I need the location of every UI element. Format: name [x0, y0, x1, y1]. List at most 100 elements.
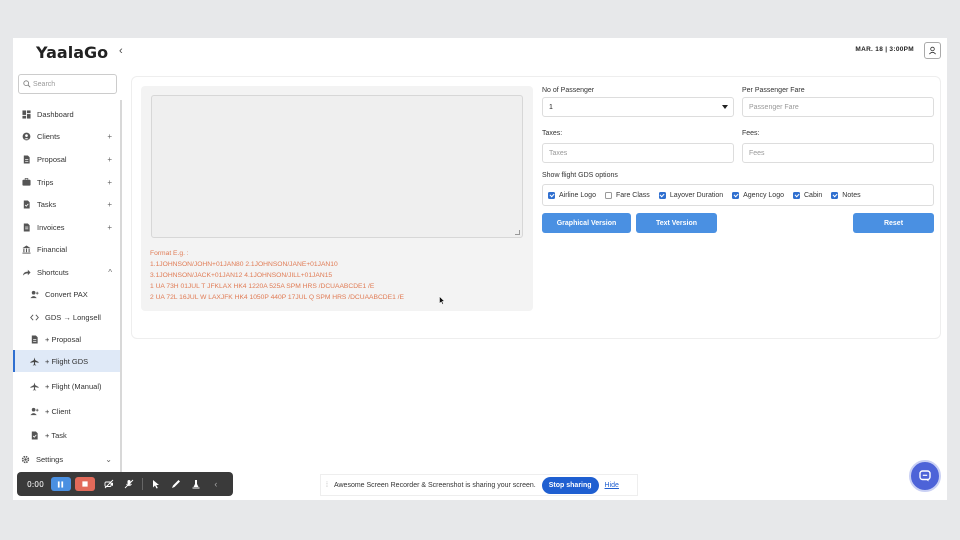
drag-handle-icon[interactable]: ⁞	[326, 482, 328, 489]
checkbox-checked-icon[interactable]	[658, 191, 666, 199]
user-icon	[929, 46, 936, 55]
option-label: Layover Duration	[669, 191, 724, 199]
option-agency-logo[interactable]: Agency Logo	[732, 191, 784, 199]
sidebar-item-clients[interactable]: Clients +	[13, 125, 120, 147]
taxes-input[interactable]: Taxes	[542, 143, 734, 163]
pause-recording-button[interactable]	[50, 477, 71, 491]
checkbox-checked-icon[interactable]	[793, 191, 800, 199]
invoices-icon	[22, 222, 31, 232]
taxes-placeholder: Taxes	[549, 149, 568, 157]
sidebar-item-dashboard[interactable]: Dashboard	[13, 103, 120, 125]
shortcut-add-task[interactable]: + Task	[13, 424, 120, 446]
option-notes[interactable]: Notes	[831, 191, 861, 199]
sidebar-item-financial[interactable]: Financial	[13, 238, 120, 260]
shortcut-add-proposal[interactable]: + Proposal	[13, 328, 120, 350]
checkbox-checked-icon[interactable]	[831, 191, 839, 199]
shortcut-label: + Flight GDS	[45, 356, 89, 366]
checkbox-unchecked-icon[interactable]	[604, 191, 612, 199]
sidebar-item-tasks[interactable]: Tasks +	[13, 193, 120, 215]
screen-recorder-toolbar: 0:00 ‹	[17, 472, 233, 496]
plane-icon	[30, 381, 39, 391]
option-label: Fare Class	[615, 191, 650, 199]
user-menu-button[interactable]	[924, 42, 941, 59]
shortcut-add-flight-gds[interactable]: + Flight GDS	[13, 350, 120, 372]
add-task-button[interactable]: +	[107, 200, 112, 209]
code-icon	[30, 313, 39, 322]
add-proposal-button[interactable]: +	[107, 155, 112, 164]
sidebar-item-label: Shortcuts	[37, 267, 69, 277]
checkbox-checked-icon[interactable]	[548, 191, 555, 199]
pointer-icon[interactable]	[150, 478, 162, 490]
highlighter-icon[interactable]	[190, 478, 202, 490]
tasks-icon	[30, 430, 39, 440]
microphone-off-icon[interactable]	[123, 478, 135, 490]
passenger-count-label: No of Passenger	[542, 87, 595, 94]
shortcut-add-flight-manual[interactable]: + Flight (Manual)	[13, 375, 120, 397]
shortcut-gds-longsell[interactable]: GDS → Longsell	[13, 306, 120, 328]
text-version-button[interactable]: Text Version	[636, 213, 717, 233]
sidebar-item-shortcuts[interactable]: Shortcuts ^	[13, 261, 120, 283]
datetime-display: Mar. 18 | 3:00pm	[855, 46, 914, 53]
reset-button[interactable]: Reset	[853, 213, 934, 233]
passenger-count-select[interactable]: 1	[542, 97, 734, 117]
gds-options-group: Airline Logo Fare Class Layover Duration…	[542, 184, 934, 206]
fees-placeholder: Fees	[749, 149, 765, 157]
fare-placeholder: Passenger Fare	[749, 103, 799, 111]
option-fare-class[interactable]: Fare Class	[604, 191, 650, 199]
tasks-icon	[22, 199, 31, 209]
add-trip-button[interactable]: +	[107, 178, 112, 187]
format-example: Format E.g. : 1.1JOHNSON/JOHN+01JAN80 2.…	[150, 248, 404, 303]
add-invoice-button[interactable]: +	[107, 223, 112, 232]
chat-icon	[919, 470, 931, 482]
hide-link[interactable]: Hide	[605, 482, 619, 489]
collapse-toolbar-icon[interactable]: ‹	[210, 478, 222, 490]
option-layover-duration[interactable]: Layover Duration	[658, 191, 724, 199]
add-client-button[interactable]: +	[107, 132, 112, 141]
sidebar-item-trips[interactable]: Trips +	[13, 171, 120, 193]
app-logo[interactable]: YaalaGo	[36, 43, 108, 62]
stop-sharing-button[interactable]: Stop sharing	[541, 476, 599, 494]
passenger-fare-input[interactable]: Passenger Fare	[742, 97, 934, 117]
chat-support-button[interactable]	[909, 460, 941, 492]
camera-off-icon[interactable]	[103, 478, 115, 490]
sidebar-item-label: Proposal	[37, 154, 67, 164]
proposal-icon	[22, 154, 31, 164]
app-window: YaalaGo ‹ Mar. 18 | 3:00pm Search Dashbo…	[13, 38, 947, 500]
checkbox-checked-icon[interactable]	[732, 191, 740, 199]
toolbar-divider	[141, 478, 143, 490]
sidebar-item-label: Financial	[37, 244, 68, 254]
option-label: Cabin	[804, 191, 823, 199]
resize-handle-icon[interactable]	[515, 230, 520, 235]
gds-textarea[interactable]	[151, 95, 523, 238]
stop-icon	[82, 481, 88, 487]
shortcut-label: + Flight (Manual)	[45, 381, 102, 391]
sidebar-item-settings[interactable]: Settings ⌄	[13, 448, 120, 470]
collapse-sidebar-icon[interactable]: ‹	[119, 45, 123, 57]
sidebar-item-invoices[interactable]: Invoices +	[13, 216, 120, 238]
collapse-shortcuts-icon[interactable]: ^	[108, 268, 112, 277]
sidebar-item-label: Trips	[37, 177, 54, 187]
taxes-label: Taxes:	[542, 130, 563, 137]
shortcut-label: + Proposal	[45, 334, 82, 344]
chevron-down-icon[interactable]: ⌄	[105, 455, 112, 464]
user-add-icon	[30, 290, 39, 299]
pen-icon[interactable]	[170, 478, 182, 490]
shortcut-convert-pax[interactable]: Convert PAX	[13, 283, 120, 305]
search-input[interactable]: Search	[33, 81, 55, 88]
sidebar-search[interactable]: Search	[18, 74, 117, 94]
option-cabin[interactable]: Cabin	[793, 191, 823, 199]
shortcut-add-client[interactable]: + Client	[13, 400, 120, 422]
option-label: Agency Logo	[743, 191, 784, 199]
gds-input-panel: Format E.g. : 1.1JOHNSON/JOHN+01JAN80 2.…	[141, 86, 533, 311]
trips-icon	[22, 177, 31, 187]
sidebar-item-proposal[interactable]: Proposal +	[13, 148, 120, 170]
stop-recording-button[interactable]	[74, 477, 95, 491]
caret-down-icon	[722, 105, 728, 109]
fare-label: Per Passenger Fare	[742, 87, 805, 94]
graphical-version-button[interactable]: Graphical Version	[542, 213, 631, 233]
sidebar-scrollbar[interactable]	[120, 100, 122, 478]
gear-icon	[21, 455, 30, 464]
fees-input[interactable]: Fees	[742, 143, 934, 163]
format-line: 2 UA 72L 16JUL W LAXJFK HK4 1050P 440P 1…	[150, 294, 404, 301]
option-airline-logo[interactable]: Airline Logo	[548, 191, 596, 199]
